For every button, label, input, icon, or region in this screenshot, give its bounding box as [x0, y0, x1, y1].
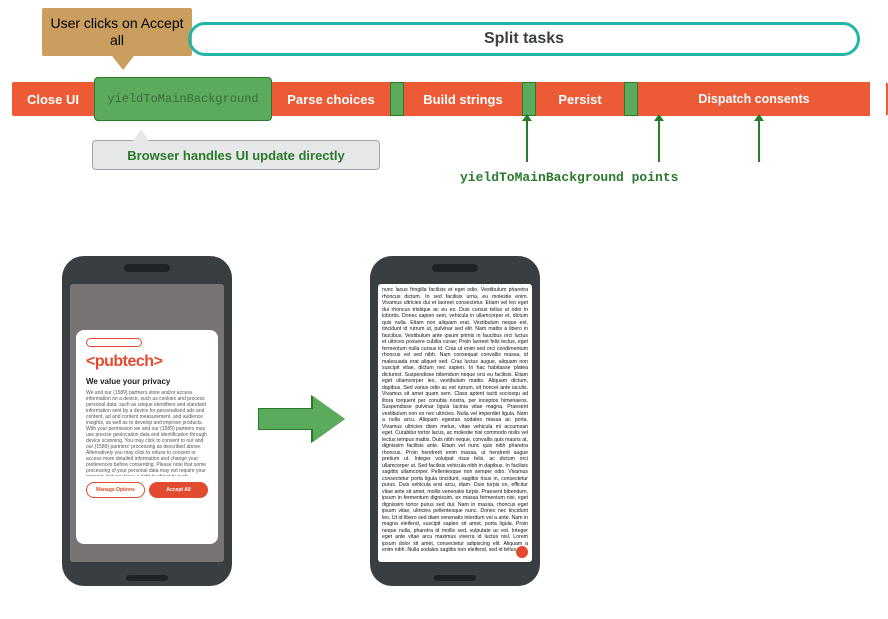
split-tasks-label: Split tasks [484, 30, 564, 48]
task-close-ui: Close UI [12, 82, 94, 116]
task-persist: Persist [536, 82, 624, 116]
consent-body: We and our (1589) partners store and/or … [86, 390, 208, 476]
phone-before: <pubtech> We value your privacy We and o… [62, 256, 232, 586]
up-arrow-3-icon [758, 120, 760, 162]
accept-all-label: Accept All [166, 487, 190, 493]
up-arrow-1-icon [526, 120, 528, 162]
phone-notch-icon [124, 264, 170, 272]
phone-notch-icon [432, 264, 478, 272]
continue-without-pill[interactable] [86, 338, 142, 347]
task-build-strings: Build strings [404, 82, 522, 116]
up-arrow-2-icon [658, 120, 660, 162]
consent-modal: <pubtech> We value your privacy We and o… [76, 330, 218, 544]
browser-handles-box: Browser handles UI update directly [92, 140, 380, 170]
yield-point-2 [522, 82, 536, 116]
consent-headline: We value your privacy [86, 377, 208, 386]
accept-all-button[interactable]: Accept All [149, 482, 208, 498]
phone-home-icon [126, 575, 168, 581]
yield-point-3 [624, 82, 638, 116]
task-pipeline-row: Close UI yieldToMainBackground Parse cho… [12, 82, 870, 116]
phone-home-icon [434, 575, 476, 581]
phone-after: nunc lacus fringilla facilisis et eget o… [370, 256, 540, 586]
task-dispatch-label: Dispatch consents [698, 92, 809, 106]
phone-after-screen: nunc lacus fringilla facilisis et eget o… [378, 284, 532, 562]
yield-point-1 [390, 82, 404, 116]
yield-points-label: yieldToMainBackground points [460, 170, 678, 185]
split-tasks-pill: Split tasks [188, 22, 860, 56]
callout-user-click: User clicks on Accept all [42, 8, 192, 56]
task-build-label: Build strings [423, 92, 502, 107]
task-parse-label: Parse choices [287, 92, 374, 107]
task-parse-choices: Parse choices [272, 82, 390, 116]
yield-block-label: yieldToMainBackground [107, 92, 258, 106]
task-persist-label: Persist [558, 92, 601, 107]
privacy-badge-icon[interactable] [516, 546, 528, 558]
consent-buttons: Manage Options Accept All [86, 482, 208, 498]
yield-block-main: yieldToMainBackground [94, 77, 272, 121]
browser-handles-label: Browser handles UI update directly [127, 148, 344, 163]
manage-options-button[interactable]: Manage Options [86, 482, 145, 498]
task-dispatch: Dispatch consents [638, 82, 870, 116]
phone-before-screen: <pubtech> We value your privacy We and o… [70, 284, 224, 562]
manage-options-label: Manage Options [96, 487, 135, 493]
callout-text: User clicks on Accept all [42, 15, 192, 50]
yield-points-text: yieldToMainBackground points [460, 170, 678, 185]
pubtech-logo: <pubtech> [86, 353, 208, 371]
task-close-ui-label: Close UI [27, 92, 79, 107]
article-text: nunc lacus fringilla facilisis et eget o… [378, 284, 532, 562]
transition-arrow-icon [258, 396, 348, 442]
